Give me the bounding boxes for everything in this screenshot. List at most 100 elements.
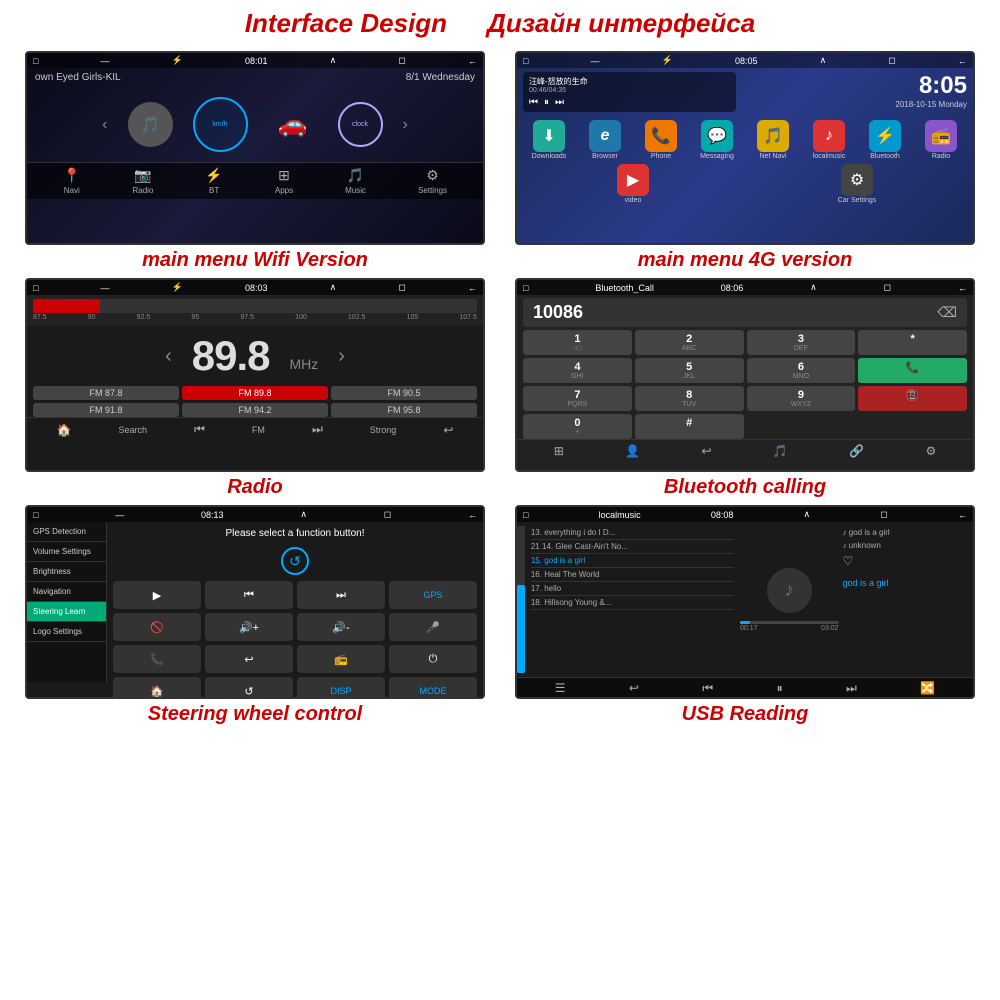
s2-icon-carsettings[interactable]: ⚙ Car Settings [832, 164, 882, 204]
s6-next-btn[interactable]: ⏭ [846, 681, 857, 696]
s1-nav-apps[interactable]: ⊞ Apps [275, 167, 293, 195]
s5-gps-item[interactable]: GPS Detection [27, 522, 106, 542]
s2-play-btn[interactable]: ⏸ [544, 97, 549, 108]
s1-status-bar: □ — ⚡ 08:01 ∧ ◻ ← [27, 53, 483, 68]
s5-back-btn[interactable]: ↩ [205, 645, 293, 673]
s2-next-btn[interactable]: ⏭ [555, 97, 564, 108]
s4-music-icon[interactable]: 🎵 [773, 444, 788, 458]
s5-mode-btn[interactable]: MODE [389, 677, 477, 697]
s4-gear-icon[interactable]: ⚙ [926, 444, 937, 458]
s5-radio-btn[interactable]: 📻 [297, 645, 385, 673]
s1-next-btn[interactable]: › [403, 116, 408, 134]
s3-strong-btn[interactable]: Strong [370, 425, 397, 435]
s6-track-16[interactable]: 16. Heal The World [531, 568, 734, 582]
s4-key-5[interactable]: 5JKL [635, 358, 744, 383]
s4-key-8[interactable]: 8TUV [635, 386, 744, 411]
s5-undo-btn[interactable]: ↺ [205, 677, 293, 697]
s5-home-btn[interactable]: 🏠 [113, 677, 201, 697]
s6-track-13[interactable]: 13. everything i do I D... [531, 526, 734, 540]
s5-vol-up-btn[interactable]: 🔊+ [205, 613, 293, 641]
s1-nav-radio[interactable]: 📷 Radio [132, 167, 153, 195]
s5-gps-btn[interactable]: GPS [389, 581, 477, 609]
s3-bottom-bar: 🏠 Search ⏮ FM ⏭ Strong ↩ [27, 417, 483, 441]
s4-key-6[interactable]: 6MNO [747, 358, 856, 383]
s4-link-icon[interactable]: 🔗 [849, 444, 864, 458]
s1-clock-label: clock [352, 121, 368, 128]
s3-next-btn[interactable]: › [338, 345, 345, 368]
s6-volume-slider[interactable] [517, 526, 525, 673]
s6-track-14[interactable]: 21 14. Glee Cast-Ain't No... [531, 540, 734, 554]
s2-icon-downloads[interactable]: ⬇ Downloads [524, 120, 574, 160]
s3-next-track-btn[interactable]: ⏭ [312, 422, 323, 437]
s5-refresh-icon[interactable]: ↺ [281, 547, 309, 575]
s1-nav-navi[interactable]: 📍 Navi [63, 167, 80, 195]
s5-play-btn[interactable]: ▶ [113, 581, 201, 609]
s4-key-4[interactable]: 4GHI [523, 358, 632, 383]
s3-preset-6[interactable]: FM 95.8 [331, 403, 477, 417]
s1-prev-btn[interactable]: ‹ [102, 116, 107, 134]
s5-call-btn[interactable]: 📞 [113, 645, 201, 673]
s1-nav-settings[interactable]: ⚙ Settings [418, 167, 447, 195]
s5-mic-btn[interactable]: 🎤 [389, 613, 477, 641]
s4-grid-icon[interactable]: ⊞ [554, 444, 564, 458]
s5-vol-dn-btn[interactable]: 🔊- [297, 613, 385, 641]
s4-key-3[interactable]: 3DEF [747, 330, 856, 355]
s2-icon-bt[interactable]: ⚡ Bluetooth [860, 120, 910, 160]
s2-icon-localmusic[interactable]: ♪ localmusic [804, 120, 854, 160]
s6-track-15[interactable]: 15. god is a girl [531, 554, 734, 568]
s2-icon-video[interactable]: ▶ video [608, 164, 658, 204]
s6-progress-bar[interactable]: 00:17 03:02 [740, 621, 839, 632]
s3-search-btn[interactable]: Search [119, 425, 148, 435]
s5-steering-item[interactable]: Steering Learn [27, 602, 106, 622]
s6-track-17[interactable]: 17. hello [531, 582, 734, 596]
s6-prev-btn[interactable]: ⏮ [702, 681, 713, 696]
s3-preset-4[interactable]: FM 91.8 [33, 403, 179, 417]
s1-nav-music[interactable]: 🎵 Music [345, 167, 366, 195]
s5-power-btn[interactable]: ⏻ [389, 645, 477, 673]
s3-home-btn[interactable]: 🏠 [57, 423, 72, 437]
s5-navigation-item[interactable]: Navigation [27, 582, 106, 602]
s3-prev-btn[interactable]: ‹ [165, 345, 172, 368]
s6-playlist-icon[interactable]: ☰ [555, 681, 566, 696]
s4-backspace-btn[interactable]: ⌫ [937, 304, 957, 321]
s3-preset-3[interactable]: FM 90.5 [331, 386, 477, 400]
s5-next-btn[interactable]: ⏭ [297, 581, 385, 609]
s4-key-star[interactable]: * [858, 330, 967, 355]
s2-icon-phone[interactable]: 📞 Phone [636, 120, 686, 160]
s6-shuffle-icon[interactable]: 🔀 [920, 681, 935, 696]
s3-prev-track-btn[interactable]: ⏮ [194, 422, 205, 437]
s3-back-btn[interactable]: ↩ [443, 423, 453, 437]
s3-preset-5[interactable]: FM 94.2 [182, 403, 328, 417]
s4-history-icon[interactable]: ↩ [701, 444, 711, 458]
s6-back-btn[interactable]: ↩ [629, 681, 639, 696]
s3-preset-2[interactable]: FM 89.8 [182, 386, 328, 400]
s4-end-call-btn[interactable]: 📵 [858, 386, 967, 411]
s5-brightness-item[interactable]: Brightness [27, 562, 106, 582]
s5-disp-btn[interactable]: DISP [297, 677, 385, 697]
s1-nav-bt[interactable]: ⚡ BT [205, 167, 222, 195]
s4-key-0[interactable]: 0+ [523, 414, 632, 439]
s6-play-pause-btn[interactable]: ⏸ [777, 681, 783, 696]
s4-call-btn[interactable]: 📞 [858, 358, 967, 383]
s2-prev-btn[interactable]: ⏮ [529, 97, 538, 108]
s2-icon-messaging[interactable]: 💬 Messaging [692, 120, 742, 160]
s5-logo-item[interactable]: Logo Settings [27, 622, 106, 642]
s1-nav-apps-label: Apps [275, 186, 293, 195]
screen4-bt-display: □ Bluetooth_Call 08:06 ∧ ◻ ← 10086 ⌫ 1○□… [517, 280, 973, 470]
s6-track-18[interactable]: 18. Hillsong Young &... [531, 596, 734, 610]
s6-right-heart[interactable]: ♡ [843, 552, 969, 570]
s5-mute-btn[interactable]: 🚫 [113, 613, 201, 641]
s4-key-7[interactable]: 7PQRS [523, 386, 632, 411]
s2-icon-browser[interactable]: e Browser [580, 120, 630, 160]
s1-minus: — [101, 56, 110, 66]
s5-prev-btn[interactable]: ⏮ [205, 581, 293, 609]
s4-key-hash[interactable]: # [635, 414, 744, 439]
s4-key-2[interactable]: 2ABC [635, 330, 744, 355]
s2-icon-netnavi[interactable]: 🎵 Net Navi [748, 120, 798, 160]
s4-key-1[interactable]: 1○□ [523, 330, 632, 355]
s5-volume-item[interactable]: Volume Settings [27, 542, 106, 562]
s4-key-9[interactable]: 9WXYZ [747, 386, 856, 411]
s3-preset-1[interactable]: FM 87.8 [33, 386, 179, 400]
s4-contact-icon[interactable]: 👤 [625, 444, 640, 458]
s2-icon-radio[interactable]: 📻 Radio [916, 120, 966, 160]
